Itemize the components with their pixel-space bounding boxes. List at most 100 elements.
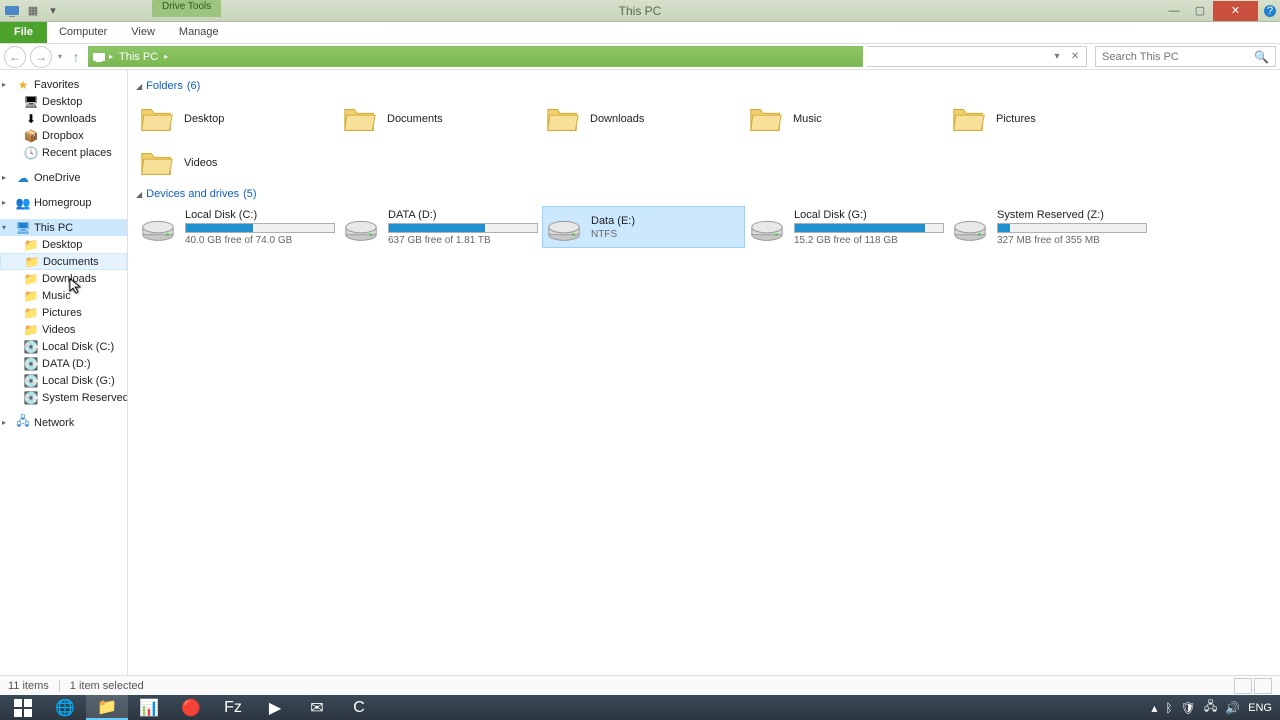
address-dropdown-button[interactable]: ▾ [1048,48,1066,66]
drive-usage-bar [997,223,1147,233]
folder-icon [138,101,176,137]
tray-up-icon[interactable]: ▴ [1151,701,1157,715]
status-item-count: 11 items [8,680,49,692]
address-bar[interactable]: ▸ This PC ▸ [88,46,863,67]
sidebar-item-pictures[interactable]: 📁Pictures [0,304,127,321]
drive-icon [545,209,583,245]
search-box[interactable]: 🔍 [1095,46,1276,67]
tray-volume-icon[interactable]: 🔊 [1225,701,1240,715]
folder-icon [950,101,988,137]
expand-arrow-icon[interactable]: ▸ [2,173,6,182]
tab-computer[interactable]: Computer [47,22,119,43]
details-view-button[interactable] [1234,678,1252,694]
sidebar-item-downloads[interactable]: 📁Downloads [0,270,127,287]
titlebar: ▦ ▾ Drive Tools This PC — ▢ ✕ ? [0,0,1280,22]
up-button[interactable]: ↑ [68,49,84,65]
folder-icon: 📁 [24,272,38,286]
taskbar-app1[interactable]: ▶ [254,695,296,720]
sidebar-favorites[interactable]: ▸ ★ Favorites [0,76,127,93]
system-tray[interactable]: ▴ ᛒ 🛡 🖧 🔊 ENG [1151,697,1278,718]
drive-usage-bar [388,223,538,233]
collapse-arrow-icon[interactable]: ▾ [2,223,6,232]
drive-item[interactable]: Local Disk (C:)40.0 GB free of 74.0 GB [136,206,339,248]
folder-item[interactable]: Desktop [136,98,339,140]
sidebar-item-desktop[interactable]: 📁Desktop [0,236,127,253]
collapse-arrow-icon[interactable]: ◢ [136,82,142,91]
expand-arrow-icon[interactable]: ▸ [2,80,6,89]
sidebar-network[interactable]: ▸ 🖧 Network [0,414,127,431]
folder-item[interactable]: Videos [136,142,339,184]
taskbar-filezilla[interactable]: Fz [212,695,254,720]
expand-arrow-icon[interactable]: ▸ [2,418,6,427]
tray-security-icon[interactable]: 🛡 [1181,701,1196,715]
taskbar-chrome[interactable]: 🔴 [170,695,212,720]
folder-label: Downloads [590,113,644,125]
sidebar-item-dropbox[interactable]: 📦Dropbox [0,127,127,144]
folder-item[interactable]: Downloads [542,98,745,140]
folder-icon [544,101,582,137]
refresh-button[interactable]: ✕ [1066,48,1084,66]
qat-properties-icon[interactable]: ▦ [24,2,42,20]
drive-item[interactable]: Local Disk (G:)15.2 GB free of 118 GB [745,206,948,248]
recent-icon: 🕓 [24,146,38,160]
history-dropdown[interactable]: ▾ [56,52,64,61]
search-icon[interactable]: 🔍 [1254,50,1269,64]
tray-network-icon[interactable]: 🖧 [1204,697,1217,718]
tray-bluetooth-icon[interactable]: ᛒ [1165,701,1172,715]
tab-view[interactable]: View [119,22,167,43]
taskbar-ie[interactable]: 🌐 [44,695,86,720]
ribbon-tabs: File Computer View Manage [0,22,1280,44]
sidebar-item-drive-z[interactable]: 💽System Reserved (Z:) [0,389,127,406]
context-tab-drive-tools: Drive Tools [152,0,221,17]
tiles-view-button[interactable] [1254,678,1272,694]
sidebar-this-pc[interactable]: ▾ 🖥 This PC [0,219,127,236]
sidebar-item-drive-c[interactable]: 💽Local Disk (C:) [0,338,127,355]
close-button[interactable]: ✕ [1213,1,1258,21]
cloud-icon: ☁ [16,171,30,185]
sidebar-item-drive-g[interactable]: 💽Local Disk (G:) [0,372,127,389]
help-button[interactable]: ? [1260,1,1280,21]
expand-arrow-icon[interactable]: ▸ [2,198,6,207]
monitor-icon: 🖥 [16,221,30,235]
taskbar-camtasia[interactable]: C [338,695,380,720]
dropbox-icon: 📦 [24,129,38,143]
start-button[interactable] [2,695,44,720]
drive-item[interactable]: DATA (D:)637 GB free of 1.81 TB [339,206,542,248]
chevron-right-icon[interactable]: ▸ [162,52,170,61]
chevron-right-icon[interactable]: ▸ [107,52,115,61]
sidebar-item-drive-d[interactable]: 💽DATA (D:) [0,355,127,372]
taskbar-excel[interactable]: 📊 [128,695,170,720]
drive-usage-bar [185,223,335,233]
minimize-button[interactable]: — [1161,1,1187,21]
taskbar-explorer[interactable]: 📁 [86,695,128,720]
sidebar-item-documents[interactable]: 📁Documents [0,253,127,270]
qat-dropdown-icon[interactable]: ▾ [44,2,62,20]
location-icon [91,49,107,65]
star-icon: ★ [16,78,30,92]
search-input[interactable] [1102,51,1254,63]
sidebar-item-recent[interactable]: 🕓Recent places [0,144,127,161]
sidebar-item-videos[interactable]: 📁Videos [0,321,127,338]
sidebar-item-downloads[interactable]: ⬇Downloads [0,110,127,127]
back-button[interactable]: ← [4,46,26,68]
section-drives[interactable]: ◢ Devices and drives (5) [136,188,1272,200]
tray-language[interactable]: ENG [1248,702,1272,714]
forward-button[interactable]: → [30,46,52,68]
drive-stats: 15.2 GB free of 118 GB [794,235,945,246]
taskbar-mail[interactable]: ✉ [296,695,338,720]
folder-item[interactable]: Music [745,98,948,140]
sidebar-onedrive[interactable]: ▸ ☁ OneDrive [0,169,127,186]
drive-item[interactable]: System Reserved (Z:)327 MB free of 355 M… [948,206,1151,248]
sidebar-homegroup[interactable]: ▸ 👥 Homegroup [0,194,127,211]
sidebar-item-music[interactable]: 📁Music [0,287,127,304]
maximize-button[interactable]: ▢ [1187,1,1213,21]
folder-item[interactable]: Documents [339,98,542,140]
section-folders[interactable]: ◢ Folders (6) [136,80,1272,92]
tab-manage[interactable]: Manage [167,22,231,43]
tab-file[interactable]: File [0,22,47,43]
drive-item[interactable]: Data (E:)NTFS [542,206,745,248]
collapse-arrow-icon[interactable]: ◢ [136,190,142,199]
breadcrumb-segment[interactable]: This PC [115,51,162,63]
sidebar-item-desktop[interactable]: 🖥Desktop [0,93,127,110]
folder-item[interactable]: Pictures [948,98,1151,140]
